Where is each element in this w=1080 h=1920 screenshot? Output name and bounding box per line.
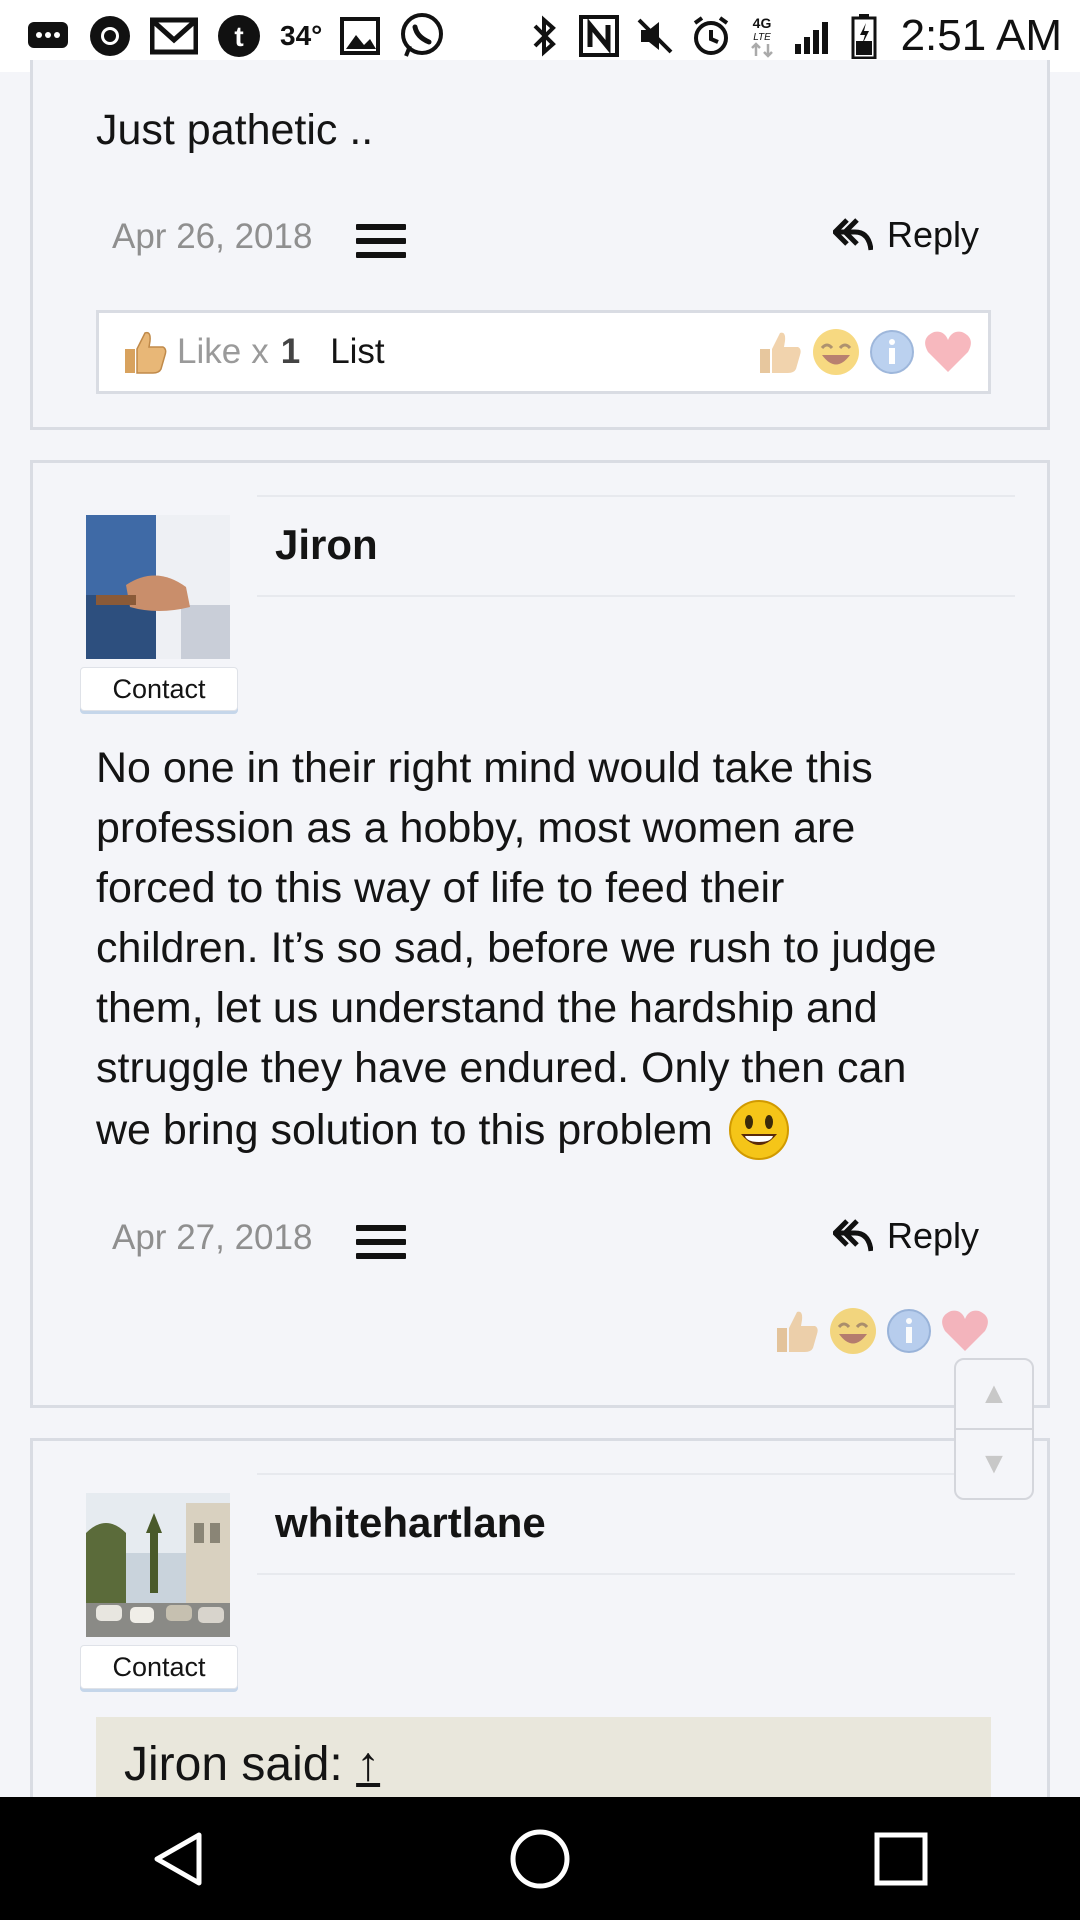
post-date[interactable]: Apr 27, 2018	[112, 1218, 312, 1258]
hamburger-menu-icon[interactable]	[356, 1225, 406, 1259]
post-1: Just pathetic .. Apr 26, 2018 Reply Like…	[30, 60, 1050, 430]
heart-icon[interactable]	[922, 328, 974, 376]
body-line: we bring solution to this problem	[96, 1106, 713, 1154]
post-date[interactable]: Apr 26, 2018	[112, 217, 312, 257]
hamburger-menu-icon[interactable]	[356, 224, 406, 258]
like-multiplier: x	[251, 332, 269, 371]
mute-icon	[635, 16, 675, 56]
body-line: profession as a hobby, most women are	[96, 804, 856, 852]
navigation-bar	[0, 1797, 1080, 1920]
quote-box: Jiron said: ↑	[96, 1717, 991, 1807]
scroll-up-button[interactable]: ▲	[956, 1360, 1032, 1428]
reactions-bar: Like x 1 List	[96, 310, 991, 394]
laughing-icon[interactable]	[827, 1305, 879, 1357]
quote-prefix: Jiron said:	[124, 1738, 343, 1791]
back-icon[interactable]	[149, 1829, 209, 1889]
post-body: No one in their right mind would take th…	[96, 738, 937, 1162]
heart-icon[interactable]	[939, 1307, 991, 1355]
body-line: forced to this way of life to feed their	[96, 864, 785, 912]
gallery-icon	[340, 17, 381, 55]
reply-arrow-icon	[833, 218, 873, 251]
contact-button[interactable]: Contact	[80, 667, 238, 711]
gmail-icon	[150, 16, 198, 56]
reply-button[interactable]: Reply	[833, 1215, 979, 1257]
home-icon[interactable]	[508, 1827, 572, 1891]
like-label[interactable]: Like	[177, 332, 241, 372]
post-2: Contact Jiron No one in their right mind…	[30, 460, 1050, 1408]
clock: 2:51 AM	[900, 11, 1062, 60]
author-header: Jiron	[257, 495, 1015, 597]
svg-text:LTE: LTE	[753, 32, 771, 43]
body-line: children. It’s so sad, before we rush to…	[96, 924, 937, 972]
chrome-icon	[88, 14, 132, 58]
alarm-icon	[691, 15, 731, 57]
post-body: Just pathetic ..	[96, 106, 374, 154]
contact-button[interactable]: Contact	[80, 1645, 238, 1689]
thumbs-up-icon[interactable]	[754, 327, 804, 377]
author-header: whitehartlane	[257, 1473, 1015, 1575]
list-link[interactable]: List	[330, 332, 384, 372]
thumbs-up-icon[interactable]	[771, 1306, 821, 1356]
signal-icon	[793, 16, 835, 56]
svg-text:4G: 4G	[752, 15, 771, 31]
info-icon[interactable]	[885, 1307, 933, 1355]
laughing-icon[interactable]	[810, 326, 862, 378]
scroll-widget: ▲ ▼	[954, 1358, 1034, 1500]
body-line: No one in their right mind would take th…	[96, 744, 873, 792]
avatar[interactable]	[86, 1493, 230, 1637]
tumblr-icon: t	[216, 13, 262, 59]
smiley-emoji-icon	[728, 1100, 789, 1160]
body-line: struggle they have endured. Only then ca…	[96, 1044, 907, 1092]
avatar[interactable]	[86, 515, 230, 659]
like-count: 1	[280, 332, 301, 371]
nfc-icon	[578, 15, 619, 57]
info-icon[interactable]	[868, 328, 916, 376]
messages-icon	[26, 18, 70, 54]
reply-label: Reply	[887, 1215, 980, 1256]
quote-header: Jiron said: ↑	[124, 1737, 380, 1792]
bluetooth-icon	[527, 14, 563, 58]
author-name[interactable]: Jiron	[275, 521, 378, 569]
temperature: 34°	[280, 20, 323, 51]
like-thumb-icon	[119, 327, 169, 377]
quote-jump-link[interactable]: ↑	[356, 1738, 380, 1791]
body-line: them, let us understand the hardship and	[96, 984, 878, 1032]
svg-text:t: t	[234, 21, 243, 52]
reply-button[interactable]: Reply	[833, 214, 979, 256]
battery-icon	[851, 13, 877, 59]
reply-arrow-icon	[833, 1219, 873, 1252]
post-3: Contact whitehartlane Jiron said: ↑	[30, 1438, 1050, 1838]
network-4g-icon: 4G LTE	[747, 14, 777, 58]
recent-apps-icon[interactable]	[871, 1829, 931, 1889]
scroll-down-button[interactable]: ▼	[956, 1430, 1032, 1498]
reaction-icons	[771, 1305, 991, 1357]
author-name[interactable]: whitehartlane	[275, 1499, 546, 1547]
reply-label: Reply	[887, 214, 980, 255]
whatsapp-icon	[398, 12, 446, 60]
